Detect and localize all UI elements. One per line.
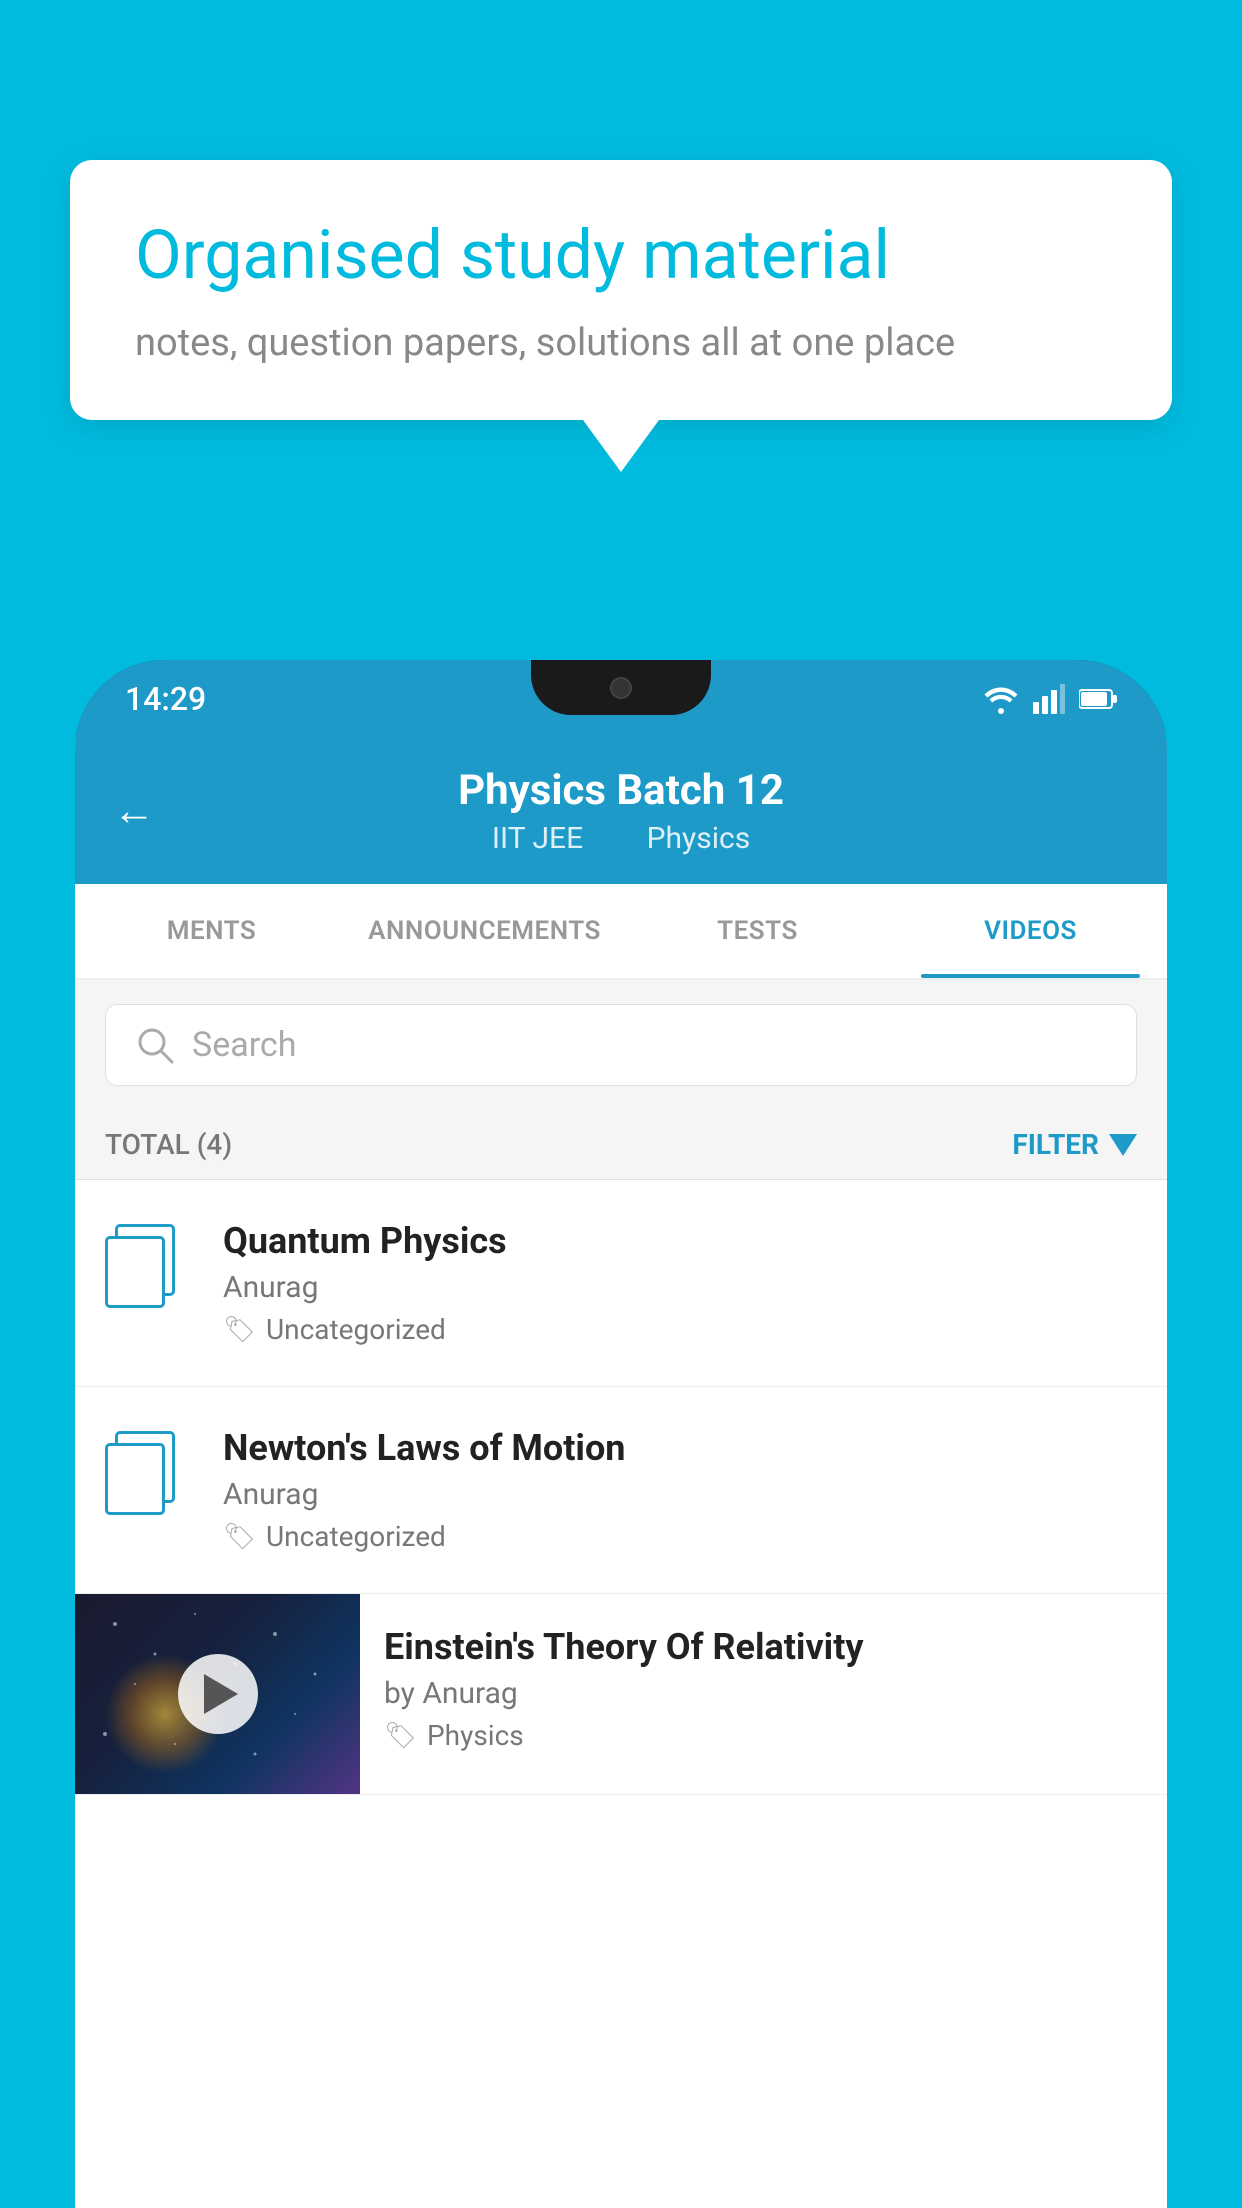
list-item[interactable]: Newton's Laws of Motion Anurag 🏷 Uncateg… bbox=[75, 1387, 1167, 1594]
filter-row: TOTAL (4) FILTER bbox=[75, 1110, 1167, 1180]
video-tag-text: Uncategorized bbox=[266, 1313, 446, 1346]
video-author: Anurag bbox=[223, 1477, 1137, 1512]
app-header: ← Physics Batch 12 IIT JEE Physics bbox=[75, 738, 1167, 884]
battery-icon bbox=[1079, 687, 1117, 711]
bubble-subtitle: notes, question papers, solutions all at… bbox=[135, 321, 1107, 365]
file-front-page bbox=[105, 1443, 165, 1515]
tab-tests[interactable]: TESTS bbox=[621, 884, 894, 978]
video-tag-text: Physics bbox=[427, 1719, 524, 1752]
camera bbox=[610, 677, 632, 699]
status-bar: 14:29 bbox=[75, 660, 1167, 738]
tab-ments[interactable]: MENTS bbox=[75, 884, 348, 978]
header-title: Physics Batch 12 bbox=[458, 766, 784, 815]
video-tag-text: Uncategorized bbox=[266, 1520, 446, 1553]
header-tag2: Physics bbox=[647, 821, 751, 856]
signal-icon bbox=[1033, 684, 1065, 714]
video-thumbnail bbox=[75, 1594, 360, 1794]
list-item[interactable]: Quantum Physics Anurag 🏷 Uncategorized bbox=[75, 1180, 1167, 1387]
search-placeholder: Search bbox=[192, 1025, 296, 1065]
tab-announcements[interactable]: ANNOUNCEMENTS bbox=[348, 884, 621, 978]
file-icon bbox=[105, 1431, 175, 1515]
tab-videos[interactable]: VIDEOS bbox=[894, 884, 1167, 978]
total-count: TOTAL (4) bbox=[105, 1128, 232, 1161]
video-tag-row: 🏷 Physics bbox=[384, 1719, 1143, 1752]
file-icon-wrap bbox=[105, 1220, 195, 1308]
phone-frame: 14:29 bbox=[75, 660, 1167, 2208]
tag-icon: 🏷 bbox=[223, 1522, 256, 1552]
page-background: Organised study material notes, question… bbox=[0, 0, 1242, 2208]
status-icons bbox=[983, 684, 1117, 714]
file-front-page bbox=[105, 1236, 165, 1308]
video-author: Anurag bbox=[223, 1270, 1137, 1305]
video-title: Quantum Physics bbox=[223, 1220, 1137, 1262]
speech-bubble: Organised study material notes, question… bbox=[70, 160, 1172, 420]
file-icon bbox=[105, 1224, 175, 1308]
video-title: Einstein's Theory Of Relativity bbox=[384, 1626, 1143, 1668]
file-icon-wrap bbox=[105, 1427, 195, 1515]
tag-icon: 🏷 bbox=[223, 1315, 256, 1345]
filter-label: FILTER bbox=[1012, 1128, 1099, 1161]
tabs-bar: MENTS ANNOUNCEMENTS TESTS VIDEOS bbox=[75, 884, 1167, 980]
play-triangle-icon bbox=[204, 1674, 238, 1714]
search-bar-wrapper: Search bbox=[75, 980, 1167, 1110]
wifi-icon bbox=[983, 684, 1019, 714]
bubble-title: Organised study material bbox=[135, 215, 1107, 297]
video-author: by Anurag bbox=[384, 1676, 1143, 1711]
video-list: Quantum Physics Anurag 🏷 Uncategorized bbox=[75, 1180, 1167, 1795]
tag-icon: 🏷 bbox=[384, 1721, 417, 1751]
video-info: Newton's Laws of Motion Anurag 🏷 Uncateg… bbox=[223, 1427, 1137, 1553]
header-subtitle: IIT JEE Physics bbox=[478, 821, 764, 856]
list-item[interactable]: Einstein's Theory Of Relativity by Anura… bbox=[75, 1594, 1167, 1795]
search-icon bbox=[136, 1026, 174, 1064]
video-tag-row: 🏷 Uncategorized bbox=[223, 1520, 1137, 1553]
video-info: Einstein's Theory Of Relativity by Anura… bbox=[360, 1594, 1167, 1784]
video-tag-row: 🏷 Uncategorized bbox=[223, 1313, 1137, 1346]
notch bbox=[531, 660, 711, 715]
video-title: Newton's Laws of Motion bbox=[223, 1427, 1137, 1469]
play-button[interactable] bbox=[178, 1654, 258, 1734]
search-bar[interactable]: Search bbox=[105, 1004, 1137, 1086]
status-time: 14:29 bbox=[125, 680, 206, 718]
filter-button[interactable]: FILTER bbox=[1012, 1128, 1137, 1161]
header-tag1: IIT JEE bbox=[492, 821, 583, 856]
phone-screen: ← Physics Batch 12 IIT JEE Physics MENTS… bbox=[75, 738, 1167, 2208]
back-button[interactable]: ← bbox=[113, 787, 155, 836]
video-info: Quantum Physics Anurag 🏷 Uncategorized bbox=[223, 1220, 1137, 1346]
filter-icon bbox=[1109, 1134, 1137, 1156]
